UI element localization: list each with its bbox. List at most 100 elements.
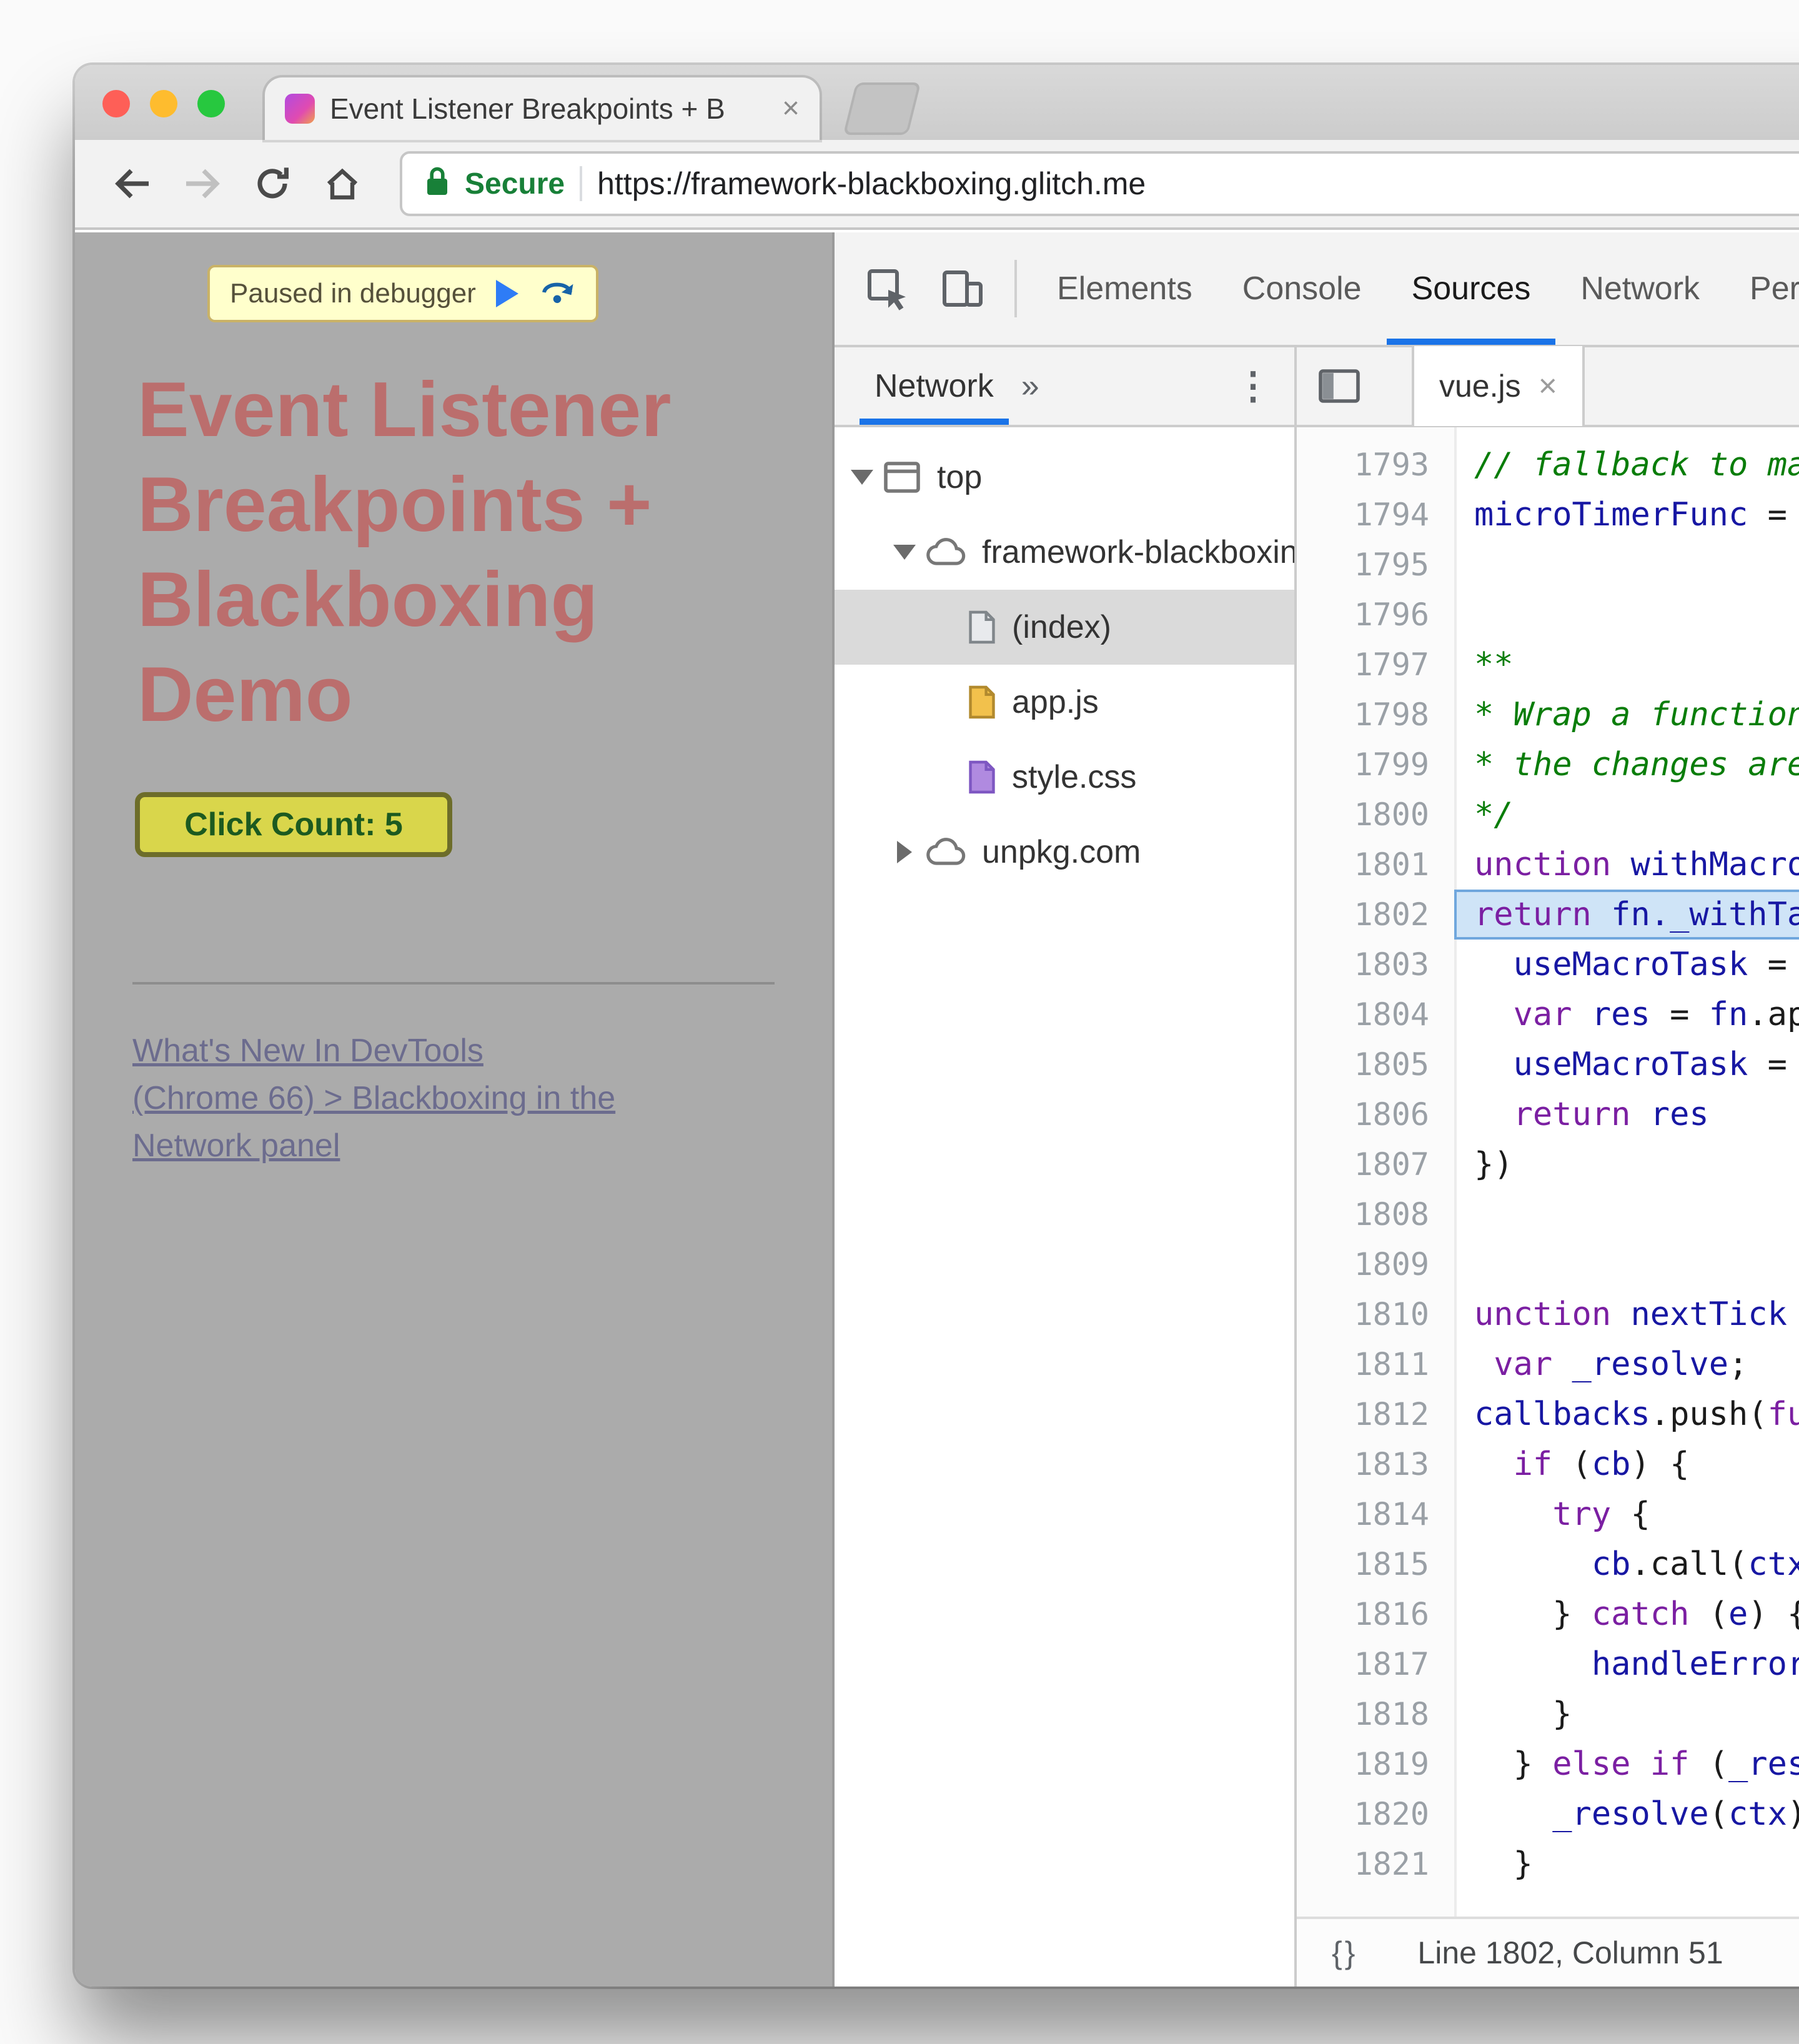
zoom-window-button[interactable] (197, 90, 225, 117)
link-line[interactable]: What's New In DevTools (132, 1027, 615, 1074)
line-number[interactable]: 1794 (1297, 490, 1454, 540)
tab-elements[interactable]: Elements (1032, 232, 1217, 345)
code-text[interactable]: cb.call(ctx); (1454, 1539, 1799, 1589)
code-text[interactable] (1454, 1239, 1799, 1289)
line-number[interactable]: 1811 (1297, 1339, 1454, 1389)
code-text[interactable]: microTimerFunc = macroTimerFunc; (1454, 490, 1799, 540)
device-toolbar-icon[interactable] (924, 232, 999, 345)
code-text[interactable]: return fn._withTask || (fn._withTask = f… (1454, 890, 1799, 940)
minimize-window-button[interactable] (150, 90, 177, 117)
tab-network[interactable]: Network (1555, 232, 1725, 345)
tree-item-style-css[interactable]: style.css (835, 740, 1294, 815)
tab-close-icon[interactable]: × (782, 94, 800, 124)
line-number[interactable]: 1817 (1297, 1639, 1454, 1689)
line-number[interactable]: 1799 (1297, 740, 1454, 790)
navigator-more-tabs-icon[interactable]: » (1009, 367, 1052, 405)
whats-new-link[interactable]: What's New In DevTools (Chrome 66) > Bla… (132, 1027, 615, 1169)
code-text[interactable]: try { (1454, 1489, 1799, 1539)
url-text[interactable]: https://framework-blackboxing.glitch.me (597, 166, 1799, 202)
line-number[interactable]: 1806 (1297, 1089, 1454, 1139)
navigator-tab-network[interactable]: Network (860, 347, 1009, 425)
code-text[interactable]: } (1454, 1839, 1799, 1889)
code-text[interactable]: unction nextTick (cb, ctx) { (1454, 1289, 1799, 1339)
pretty-print-icon[interactable]: {} (1332, 1935, 1357, 1971)
code-text[interactable]: var _resolve; (1454, 1339, 1799, 1389)
line-number[interactable]: 1798 (1297, 690, 1454, 740)
line-number[interactable]: 1814 (1297, 1489, 1454, 1539)
tree-item-unpkg-com[interactable]: unpkg.com (835, 815, 1294, 890)
code-text[interactable]: return res (1454, 1089, 1799, 1139)
tab-sources[interactable]: Sources (1386, 232, 1556, 345)
reload-button[interactable] (240, 151, 305, 216)
tree-item-index[interactable]: (index) (835, 590, 1294, 665)
line-number[interactable]: 1818 (1297, 1689, 1454, 1739)
line-number[interactable]: 1804 (1297, 990, 1454, 1039)
line-number[interactable]: 1796 (1297, 590, 1454, 640)
line-number[interactable]: 1803 (1297, 940, 1454, 990)
banner-resume-icon[interactable] (495, 280, 518, 307)
line-number[interactable]: 1809 (1297, 1239, 1454, 1289)
link-line[interactable]: Network panel (132, 1122, 615, 1169)
disclosure-open-icon[interactable] (887, 545, 922, 560)
line-number[interactable]: 1807 (1297, 1139, 1454, 1189)
code-text[interactable]: useMacroTask = true; (1454, 940, 1799, 990)
code-text[interactable]: unction withMacroTask (fn) { (1454, 840, 1799, 890)
disclosure-open-icon[interactable] (845, 470, 880, 485)
line-number[interactable]: 1802 (1297, 890, 1454, 940)
line-number[interactable]: 1812 (1297, 1389, 1454, 1439)
tree-item-framework-blackboxing-glitch-me[interactable]: framework-blackboxing.glitch.me (835, 515, 1294, 590)
line-number[interactable]: 1805 (1297, 1039, 1454, 1089)
disclosure-closed-icon[interactable] (887, 841, 922, 863)
tab-console[interactable]: Console (1217, 232, 1387, 345)
code-text[interactable]: }) (1454, 1139, 1799, 1189)
line-number[interactable]: 1793 (1297, 440, 1454, 490)
line-number[interactable]: 1813 (1297, 1439, 1454, 1489)
code-text[interactable] (1454, 540, 1799, 590)
security-label[interactable]: Secure (465, 167, 565, 201)
navigator-toggle-icon[interactable] (1297, 369, 1382, 404)
link-line[interactable]: (Chrome 66) > Blackboxing in the (132, 1074, 615, 1122)
browser-tab[interactable]: Event Listener Breakpoints + B × (265, 77, 820, 140)
code-text[interactable]: if (cb) { (1454, 1439, 1799, 1489)
line-number[interactable]: 1800 (1297, 790, 1454, 840)
code-text[interactable]: callbacks.push(function () { (1454, 1389, 1799, 1439)
address-bar[interactable]: Secure https://framework-blackboxing.gli… (400, 151, 1799, 216)
click-count-button[interactable]: Click Count: 5 (135, 792, 452, 857)
tab-performance[interactable]: Performance (1725, 232, 1799, 345)
code-text[interactable]: var res = fn.apply(null, arguments); (1454, 990, 1799, 1039)
line-number[interactable]: 1821 (1297, 1839, 1454, 1889)
code-text[interactable]: } (1454, 1689, 1799, 1739)
line-number[interactable]: 1810 (1297, 1289, 1454, 1339)
line-number[interactable]: 1795 (1297, 540, 1454, 590)
forward-button[interactable] (170, 151, 235, 216)
code-text[interactable]: * Wrap a function so that if any code in… (1454, 690, 1799, 740)
tree-item-app-js[interactable]: app.js (835, 665, 1294, 740)
editor-tab-vuejs[interactable]: vue.js × (1412, 346, 1585, 426)
inspect-icon[interactable] (850, 232, 924, 345)
code-text[interactable]: _resolve(ctx); (1454, 1789, 1799, 1839)
new-tab-button[interactable] (843, 82, 921, 135)
close-window-button[interactable] (102, 90, 130, 117)
line-number[interactable]: 1820 (1297, 1789, 1454, 1839)
code-text[interactable] (1454, 590, 1799, 640)
line-number[interactable]: 1815 (1297, 1539, 1454, 1589)
navigator-menu-icon[interactable]: ⋮ (1212, 364, 1294, 408)
line-number[interactable]: 1816 (1297, 1589, 1454, 1639)
line-number[interactable]: 1797 (1297, 640, 1454, 690)
code-text[interactable]: } else if (_resolve) { (1454, 1739, 1799, 1789)
home-button[interactable] (310, 151, 375, 216)
line-number[interactable]: 1801 (1297, 840, 1454, 890)
line-number[interactable]: 1819 (1297, 1739, 1454, 1789)
code-text[interactable]: */ (1454, 790, 1799, 840)
banner-step-over-icon[interactable] (538, 275, 576, 312)
tree-item-top[interactable]: top (835, 440, 1294, 515)
code-text[interactable]: * the changes are queued using a Task in… (1454, 740, 1799, 790)
line-number[interactable]: 1808 (1297, 1189, 1454, 1239)
code-text[interactable]: handleError(e, ctx, 'nextTick'); (1454, 1639, 1799, 1689)
code-text[interactable] (1454, 1189, 1799, 1239)
back-button[interactable] (100, 151, 165, 216)
code-text[interactable]: } catch (e) { (1454, 1589, 1799, 1639)
code-text[interactable]: // fallback to macro (1454, 440, 1799, 490)
code-text[interactable]: useMacroTask = false; (1454, 1039, 1799, 1089)
editor-tab-close-icon[interactable]: × (1539, 367, 1557, 405)
